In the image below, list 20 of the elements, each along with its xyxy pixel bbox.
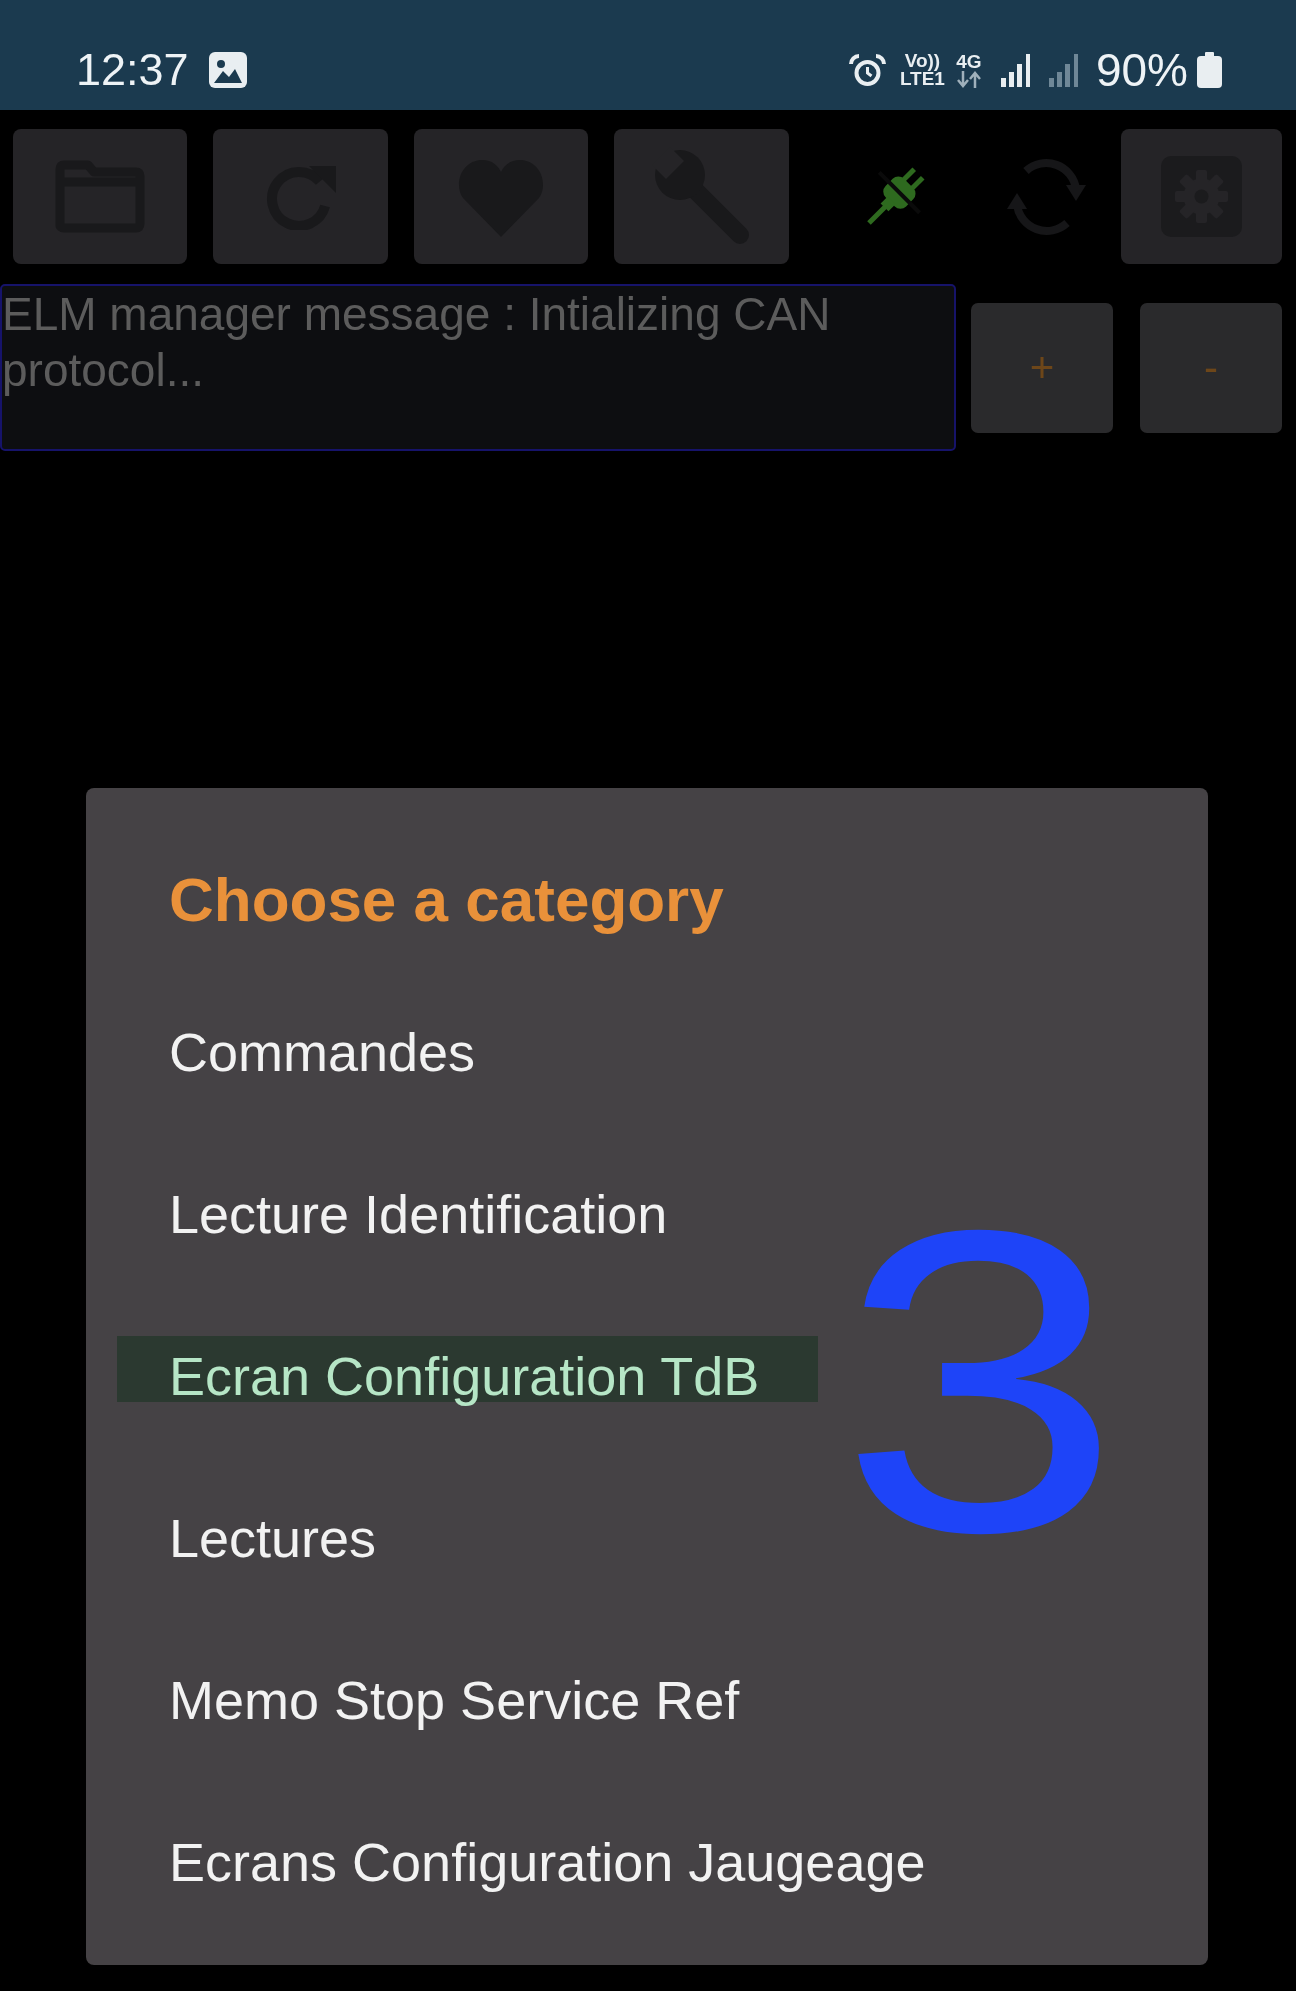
gallery-icon (208, 52, 247, 88)
network-type-label: 4G (956, 52, 982, 71)
category-item[interactable]: Lectures (169, 1498, 377, 1564)
category-item[interactable]: Commandes (169, 1012, 476, 1078)
folder-button[interactable] (13, 129, 187, 264)
handwritten-annotation: 3 (839, 1220, 1122, 1542)
battery-percent: 90% (1095, 46, 1188, 94)
refresh-button[interactable] (213, 129, 388, 264)
settings-button[interactable] (1121, 129, 1282, 264)
signal-icon (1046, 53, 1080, 87)
status-message: ELM manager message : Intializing CAN protocol... (0, 284, 956, 451)
dialog-title: Choose a category (169, 864, 724, 936)
tools-button[interactable] (614, 129, 789, 264)
alarm-icon (848, 53, 886, 87)
favorite-button[interactable] (414, 129, 588, 264)
clock-time: 12:37 (76, 46, 189, 94)
category-item[interactable]: Lecture Identification (169, 1174, 668, 1240)
data-arrows-icon (954, 70, 983, 88)
battery-icon (1197, 52, 1222, 88)
signal-icon (998, 53, 1032, 87)
